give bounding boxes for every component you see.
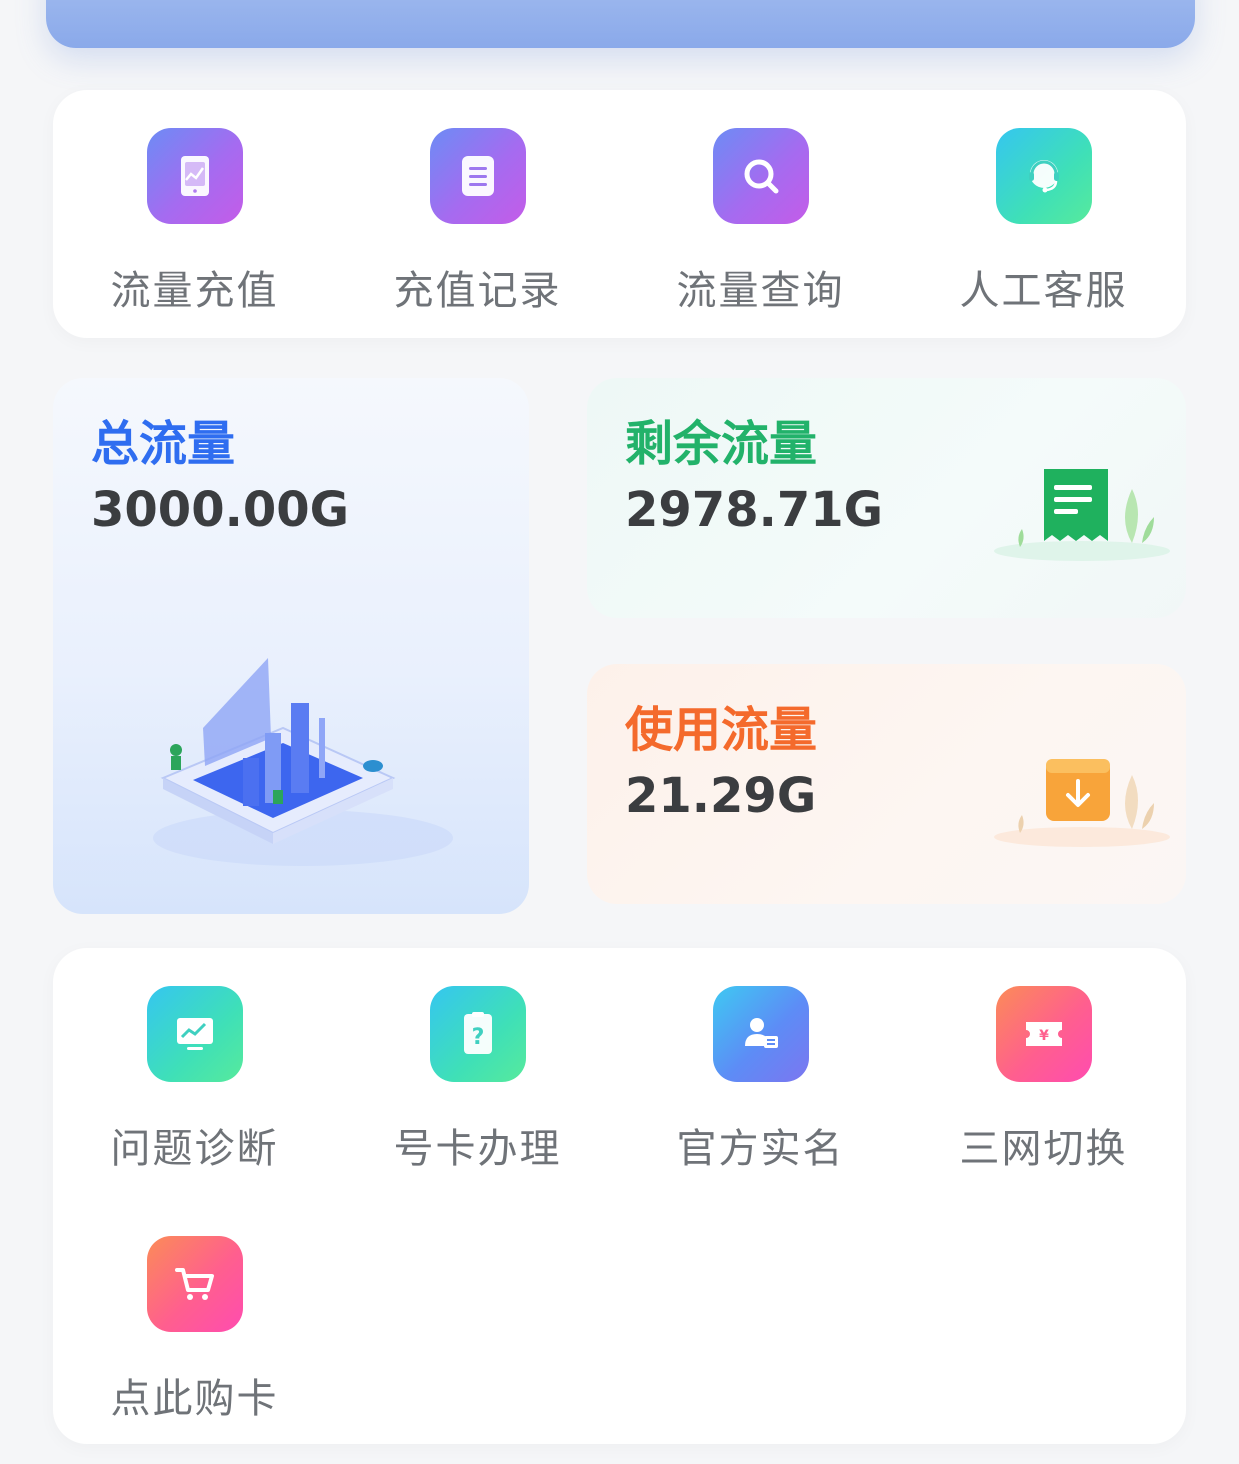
document-list-icon xyxy=(429,128,526,224)
tools-card: 问题诊断 ? 号卡办理 官方实名 ¥ 三网切换 点此购卡 xyxy=(53,948,1186,1444)
recharge-chart-icon xyxy=(146,128,243,224)
tool-network-switch[interactable]: ¥ 三网切换 xyxy=(902,986,1185,1174)
quick-action-label: 充值记录 xyxy=(393,268,562,314)
receipt-icon xyxy=(994,469,1170,561)
total-traffic-value: 3000.00G xyxy=(91,482,350,538)
yuan-ticket-icon: ¥ xyxy=(995,986,1092,1082)
quick-action-recharge[interactable]: 流量充值 xyxy=(53,128,336,316)
tool-label: 问题诊断 xyxy=(110,1126,279,1172)
download-box-icon xyxy=(994,759,1170,847)
tool-real-name[interactable]: 官方实名 xyxy=(619,986,902,1174)
tool-label: 官方实名 xyxy=(676,1126,845,1172)
id-verify-icon xyxy=(712,986,809,1082)
total-traffic-title: 总流量 xyxy=(91,416,236,472)
quick-action-query[interactable]: 流量查询 xyxy=(619,128,902,316)
headset-agent-icon xyxy=(995,128,1092,224)
quick-action-label: 流量查询 xyxy=(676,268,845,314)
svg-text:?: ? xyxy=(471,1025,484,1050)
top-banner xyxy=(46,0,1195,48)
tool-diagnosis[interactable]: 问题诊断 xyxy=(53,986,336,1174)
remaining-traffic-title: 剩余流量 xyxy=(625,416,818,472)
remaining-traffic-value: 2978.71G xyxy=(625,482,884,538)
data-chart-illustration xyxy=(153,658,453,866)
question-card-icon: ? xyxy=(429,986,526,1082)
quick-action-records[interactable]: 充值记录 xyxy=(336,128,619,316)
used-traffic-title: 使用流量 xyxy=(625,702,818,758)
shopping-cart-icon xyxy=(146,1236,243,1332)
svg-text:¥: ¥ xyxy=(1039,1028,1049,1044)
used-traffic-card[interactable]: 使用流量 21.29G xyxy=(587,664,1186,904)
used-traffic-value: 21.29G xyxy=(625,768,817,824)
quick-actions-card: 流量充值 充值记录 流量查询 人工客服 xyxy=(53,90,1186,338)
quick-action-support[interactable]: 人工客服 xyxy=(902,128,1185,316)
total-traffic-card[interactable]: 总流量 3000.00G xyxy=(53,378,529,914)
tool-label: 三网切换 xyxy=(959,1126,1128,1172)
tool-label: 号卡办理 xyxy=(393,1126,562,1172)
tool-card-apply[interactable]: ? 号卡办理 xyxy=(336,986,619,1174)
remaining-traffic-card[interactable]: 剩余流量 2978.71G xyxy=(587,378,1186,618)
monitor-chart-icon xyxy=(146,986,243,1082)
tool-label: 点此购卡 xyxy=(110,1376,279,1422)
search-icon xyxy=(712,128,809,224)
quick-action-label: 流量充值 xyxy=(110,268,279,314)
quick-action-label: 人工客服 xyxy=(959,268,1128,314)
tool-buy-card[interactable]: 点此购卡 xyxy=(53,1236,336,1424)
